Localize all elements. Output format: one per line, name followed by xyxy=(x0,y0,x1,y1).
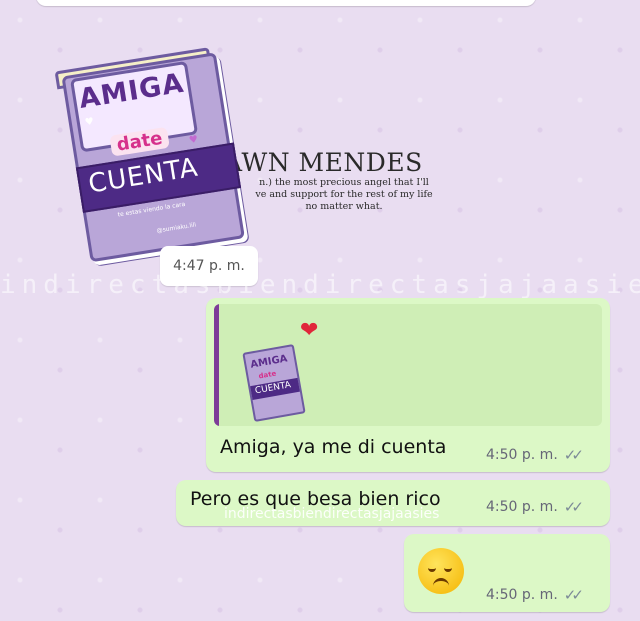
outgoing-message-bubble[interactable]: 4:50 p. m. ✓✓ xyxy=(404,534,610,612)
double-check-icon: ✓✓ xyxy=(563,586,584,604)
sticker-message[interactable]: AWN MENDES n.) the most precious angel t… xyxy=(54,40,456,263)
sticker-background-line: ve and support for the rest of my life xyxy=(255,189,433,201)
message-meta: 4:50 p. m. ✓✓ xyxy=(486,446,584,464)
quote-bar xyxy=(214,304,219,426)
heart-icon: ♥ xyxy=(188,134,199,147)
heart-icon: ♥ xyxy=(84,116,95,129)
outgoing-message-bubble[interactable]: ❤ AMIGA date CUENTA Amiga, ya me di cuen… xyxy=(206,298,610,472)
message-meta: 4:50 p. m. ✓✓ xyxy=(486,586,584,604)
red-heart-icon: ❤ xyxy=(300,318,319,343)
quoted-book-sticker: AMIGA date CUENTA xyxy=(242,344,306,422)
book-sticker: AMIGA ♥ ♥ date CUENTA te estas viendo la… xyxy=(45,37,250,263)
double-check-icon: ✓✓ xyxy=(563,498,584,516)
message-text: Pero es que besa bien rico xyxy=(190,488,441,510)
sticker-background-line: n.) the most precious angel that I'll xyxy=(259,177,429,189)
sticker-background-text: AWN MENDES n.) the most precious angel t… xyxy=(224,148,464,213)
message-time: 4:50 p. m. xyxy=(486,499,558,515)
disappointed-face-icon xyxy=(418,548,464,594)
quoted-message[interactable]: ❤ AMIGA date CUENTA xyxy=(214,304,602,426)
message-meta: 4:50 p. m. ✓✓ xyxy=(486,498,584,516)
message-time: 4:50 p. m. xyxy=(486,587,558,603)
quoted-book-title-top: AMIGA xyxy=(249,353,289,371)
message-text: Amiga, ya me di cuenta xyxy=(220,436,447,458)
outgoing-message-bubble[interactable]: indirectasbiendirectasjajaasies Pero es … xyxy=(176,480,610,526)
previous-message-bubble[interactable] xyxy=(36,0,536,6)
watermark: indirectasbiendirectasjajaasies xyxy=(0,270,640,300)
double-check-icon: ✓✓ xyxy=(563,446,584,464)
sticker-background-line: no matter what. xyxy=(305,201,383,213)
quoted-book-title-mid: date xyxy=(257,369,277,381)
sticker-background-title: AWN MENDES xyxy=(224,148,423,177)
message-time: 4:50 p. m. xyxy=(486,447,558,463)
